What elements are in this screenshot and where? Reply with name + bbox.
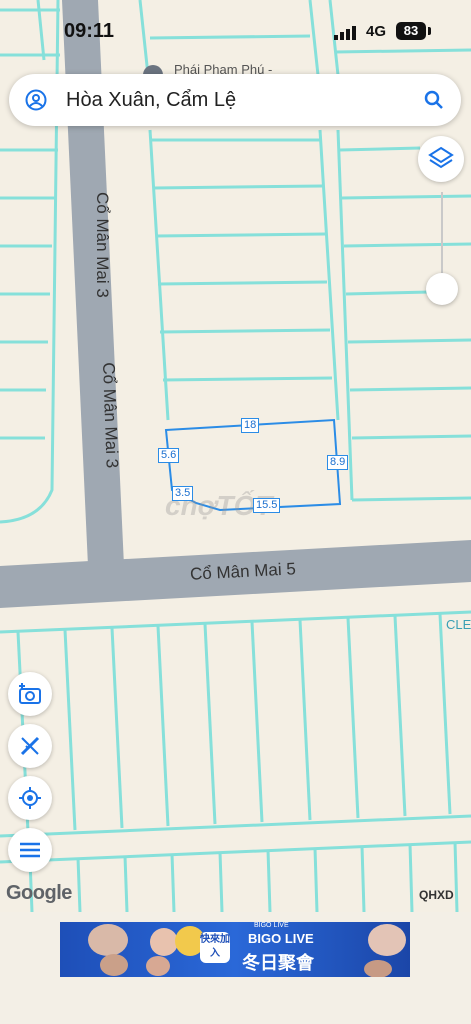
search-icon[interactable] — [423, 89, 445, 111]
qhxd-label: QHXD — [419, 888, 454, 902]
layers-icon — [428, 146, 454, 169]
ad-photo — [368, 924, 406, 956]
street-label-left-lower: Cổ Mân Mai 3 — [99, 362, 122, 469]
measure-bottom-left: 3.5 — [172, 486, 194, 501]
ad-photo — [150, 928, 178, 956]
ad-title: BIGO LIVE — [248, 931, 314, 946]
search-input[interactable]: Hòa Xuân, Cẩm Lệ — [66, 89, 236, 112]
measure-button[interactable] — [8, 724, 52, 768]
search-bar[interactable]: Hòa Xuân, Cẩm Lệ — [9, 74, 461, 126]
status-bar: 09:11 4G 83 — [0, 0, 471, 60]
measure-top: 18 — [241, 418, 260, 433]
measure-left: 5.6 — [158, 448, 180, 463]
google-logo: Google — [6, 882, 72, 904]
layers-button[interactable] — [418, 136, 464, 182]
add-photo-button[interactable] — [8, 672, 52, 716]
map-base — [0, 0, 471, 912]
ad-subtitle: 冬日聚會 — [242, 953, 314, 973]
battery-tip — [428, 27, 431, 35]
ad-photo — [364, 960, 392, 977]
street-label-left-upper: Cổ Mân Mai 3 — [93, 192, 112, 298]
ad-badge: 快來加入 — [200, 932, 230, 963]
add-photo-icon — [19, 683, 41, 704]
signal-icon — [334, 26, 356, 40]
menu-button[interactable] — [8, 828, 52, 872]
measure-bottom: 15.5 — [253, 498, 281, 513]
ad-photo — [146, 956, 170, 976]
ad-photo — [88, 924, 128, 956]
measure-ruler-icon — [20, 736, 40, 756]
map-canvas[interactable]: Phái Phạm Phú - Cổ Mân Mai 3 Cổ Mân Mai … — [0, 0, 471, 912]
locate-icon — [19, 787, 41, 809]
user-icon[interactable] — [25, 89, 47, 111]
ad-photo — [100, 954, 128, 976]
status-time: 09:11 — [64, 20, 115, 42]
edge-label: CLE — [446, 617, 471, 632]
network-type: 4G — [366, 23, 387, 40]
ad-brand-top: BIGO LIVE — [254, 922, 289, 929]
menu-icon — [20, 842, 40, 858]
opacity-slider-knob[interactable] — [426, 273, 458, 305]
locate-button[interactable] — [8, 776, 52, 820]
battery-indicator: 83 — [396, 22, 426, 40]
ad-banner[interactable]: 快來加入 BIGO LIVE BIGO LIVE 冬日聚會 — [60, 922, 410, 977]
measure-right: 8.9 — [327, 455, 349, 470]
